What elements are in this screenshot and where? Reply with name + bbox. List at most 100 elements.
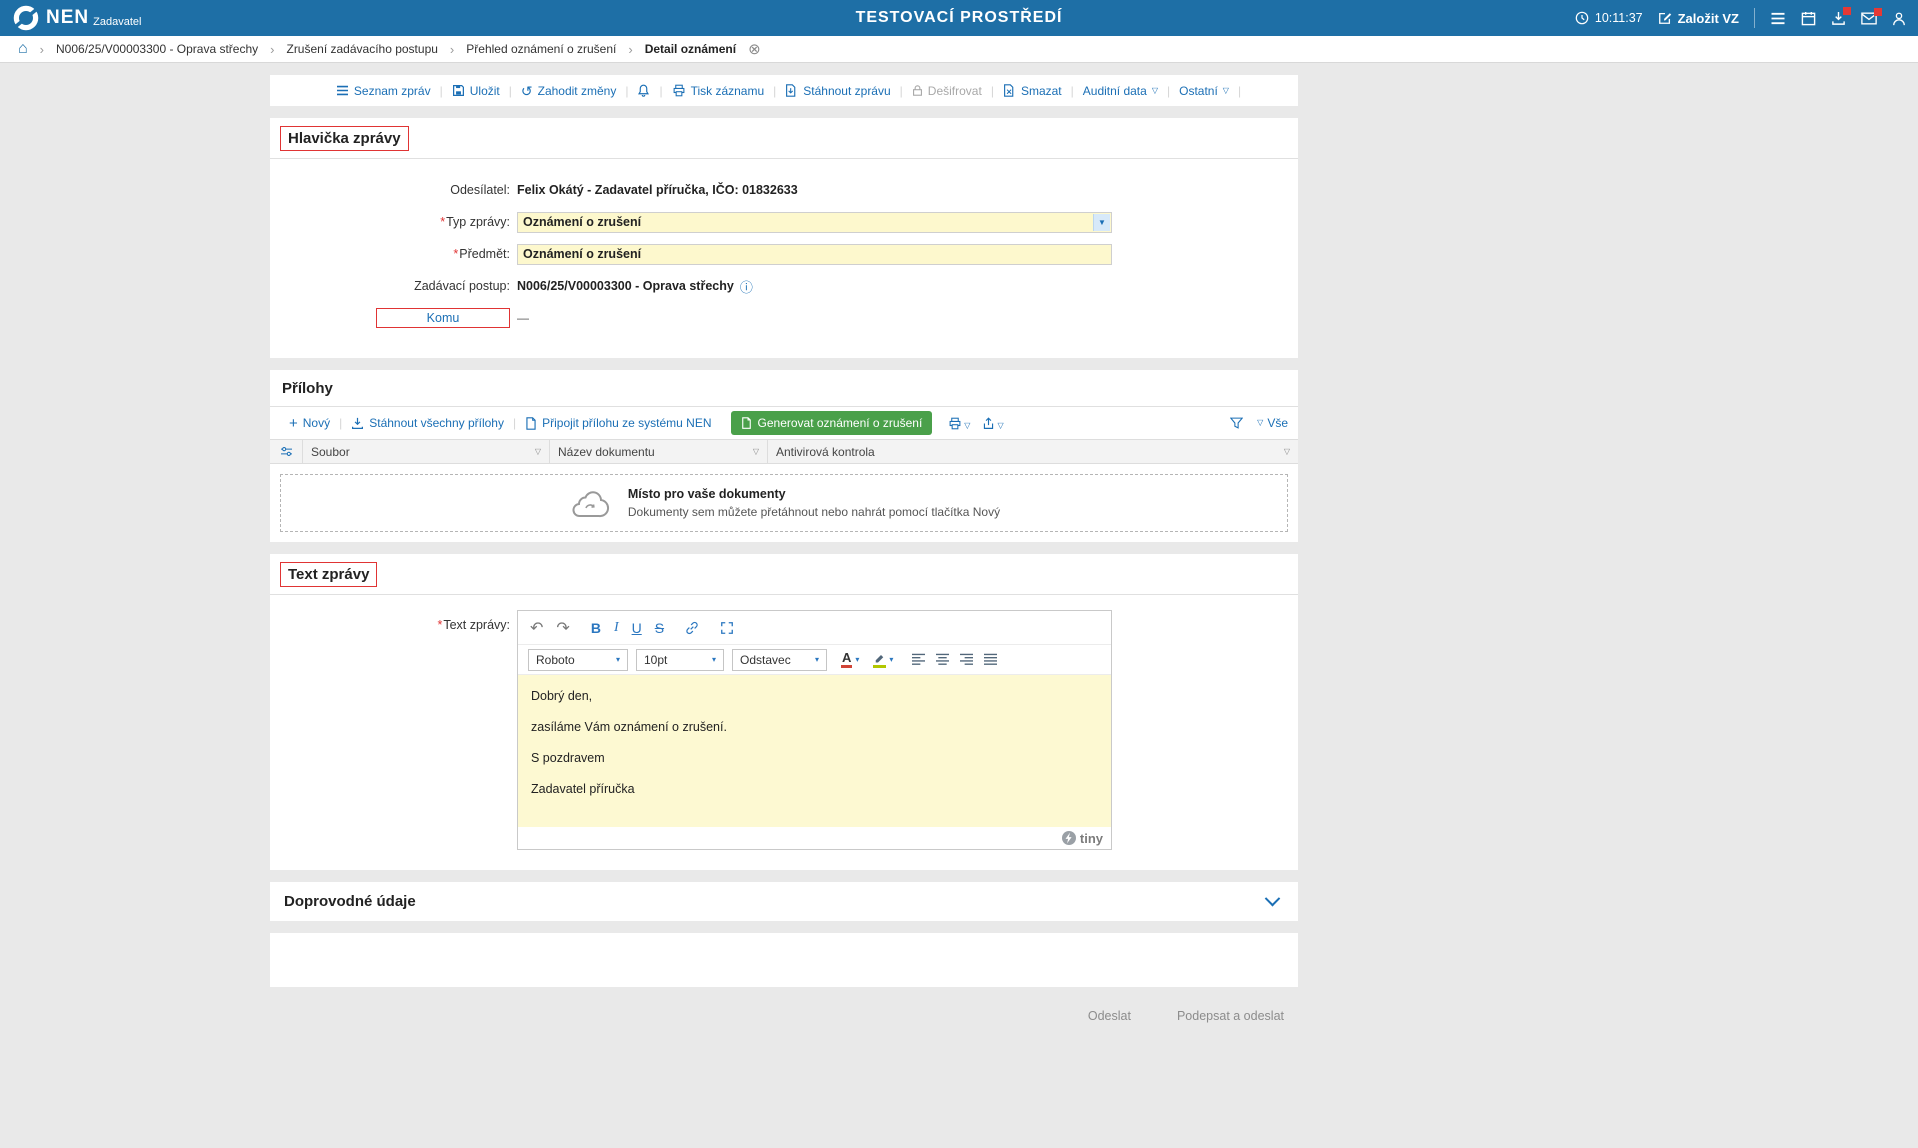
breadcrumb-item-cancellation[interactable]: Zrušení zadávacího postupu <box>286 42 437 56</box>
generate-doc-icon <box>741 417 752 429</box>
editor-content[interactable]: Dobrý den, zasíláme Vám oznámení o zruše… <box>518 675 1111 827</box>
discard-changes-button[interactable]: ↺ Zahodit změny <box>512 84 625 98</box>
redo-icon[interactable]: ↷ <box>556 618 569 638</box>
messages-badge <box>1874 8 1882 16</box>
column-header-document-name[interactable]: Název dokumentu ▽ <box>549 440 767 463</box>
other-actions-button[interactable]: Ostatní ▽ <box>1170 84 1238 98</box>
generate-cancellation-button[interactable]: Generovat oznámení o zrušení <box>731 411 933 435</box>
notifications-bell-button[interactable] <box>628 83 659 98</box>
message-header-title-row: Hlavička zprávy <box>270 118 1298 158</box>
link-icon[interactable] <box>685 621 699 635</box>
nen-logo[interactable]: NEN Zadavatel <box>12 4 141 32</box>
file-dropzone[interactable]: Místo pro vaše dokumenty Dokumenty sem m… <box>280 474 1288 532</box>
align-left-icon[interactable] <box>911 653 926 666</box>
dropzone-title: Místo pro vaše dokumenty <box>628 487 1000 501</box>
attachments-panel: Přílohy + Nový | Stáhnout všechny příloh… <box>270 370 1298 542</box>
export-attachments-button[interactable]: ▽ <box>976 417 1009 430</box>
audit-data-label: Auditní data <box>1083 84 1147 98</box>
align-center-icon[interactable] <box>935 653 950 666</box>
tiny-logo-icon <box>1062 831 1076 845</box>
save-button[interactable]: Uložit <box>443 84 509 98</box>
audit-data-button[interactable]: Auditní data ▽ <box>1074 84 1167 98</box>
topbar: NEN Zadavatel TESTOVACÍ PROSTŘEDÍ 10:11:… <box>0 0 1918 36</box>
dropdown-triangle-icon: ▽ <box>964 422 970 430</box>
breadcrumb: ⌂ › N006/25/V00003300 - Oprava střechy ›… <box>0 36 1918 63</box>
create-vz-button[interactable]: Založit VZ <box>1658 11 1739 26</box>
underline-button[interactable]: U <box>632 620 642 636</box>
block-format-select[interactable]: Odstavec ▾ <box>732 649 827 671</box>
send-button[interactable]: Odeslat <box>1088 1009 1131 1023</box>
download-message-button[interactable]: Stáhnout zprávu <box>776 84 899 98</box>
print-record-button[interactable]: Tisk záznamu <box>663 84 774 98</box>
filter-triangle-icon[interactable]: ▽ <box>753 447 759 456</box>
delete-button[interactable]: Smazat <box>994 84 1071 98</box>
filter-triangle-icon[interactable]: ▽ <box>535 447 541 456</box>
environment-title: TESTOVACÍ PROSTŘEDÍ <box>856 9 1063 27</box>
breadcrumb-item-overview[interactable]: Přehled oznámení o zrušení <box>466 42 616 56</box>
font-family-select[interactable]: Roboto ▾ <box>528 649 628 671</box>
calendar-button[interactable] <box>1801 11 1816 26</box>
column-header-file[interactable]: Soubor ▽ <box>302 440 549 463</box>
home-icon[interactable]: ⌂ <box>18 41 28 57</box>
menu-button[interactable] <box>1770 12 1786 25</box>
recipient-value: — <box>510 311 529 325</box>
message-list-label: Seznam zpráv <box>354 84 431 98</box>
session-clock: 10:11:37 <box>1575 11 1643 25</box>
breadcrumb-item-contract[interactable]: N006/25/V00003300 - Oprava střechy <box>56 42 258 56</box>
collapse-chevron-icon[interactable] <box>1265 891 1281 907</box>
sign-and-send-button[interactable]: Podepsat a odeslat <box>1177 1009 1284 1023</box>
filter-triangle-icon[interactable]: ▽ <box>1284 447 1290 456</box>
download-all-attachments-button[interactable]: Stáhnout všechny přílohy <box>342 416 513 430</box>
highlight-color-button[interactable]: ▾ <box>873 652 893 668</box>
rich-text-editor: ↶ ↷ B I U S Roboto ▾ <box>517 610 1112 850</box>
print-attachments-button[interactable]: ▽ <box>942 417 976 430</box>
italic-button[interactable]: I <box>614 620 619 636</box>
additional-data-title-row: Doprovodné údaje <box>270 882 1298 921</box>
undo-icon[interactable]: ↶ <box>530 618 543 638</box>
fullscreen-icon[interactable] <box>720 621 734 635</box>
align-justify-icon[interactable] <box>983 653 998 666</box>
print-record-label: Tisk záznamu <box>691 84 765 98</box>
dropdown-triangle-icon: ▽ <box>1152 87 1158 95</box>
topbar-right: 10:11:37 Založit VZ <box>1575 8 1906 28</box>
message-list-button[interactable]: Seznam zpráv <box>327 84 440 98</box>
font-size-value: 10pt <box>644 653 667 667</box>
breadcrumb-separator: › <box>450 42 454 57</box>
info-icon[interactable]: ⓘ <box>740 277 753 296</box>
column-settings-button[interactable] <box>270 440 302 463</box>
column-header-antivirus[interactable]: Antivirová kontrola ▽ <box>767 440 1298 463</box>
downloads-button[interactable] <box>1831 11 1846 26</box>
decrypt-label: Dešifrovat <box>928 84 982 98</box>
save-label: Uložit <box>470 84 500 98</box>
filter-icon[interactable] <box>1230 417 1243 429</box>
chevron-down-icon: ▾ <box>616 655 620 664</box>
new-attachment-button[interactable]: + Nový <box>280 416 339 431</box>
logo-text: NEN <box>46 7 89 29</box>
font-family-value: Roboto <box>536 653 575 667</box>
editor-footer: tiny <box>518 827 1111 849</box>
logo-subtitle: Zadavatel <box>93 16 141 29</box>
view-all-filter[interactable]: ▽ Vše <box>1257 416 1288 430</box>
breadcrumb-separator: › <box>628 42 632 57</box>
profile-button[interactable] <box>1892 11 1906 26</box>
close-tab-icon[interactable]: ⊗ <box>748 40 761 58</box>
highlighter-icon <box>873 652 886 668</box>
calendar-icon <box>1801 11 1816 26</box>
font-size-select[interactable]: 10pt ▾ <box>636 649 724 671</box>
lock-icon <box>912 84 923 97</box>
recipient-link[interactable]: Komu <box>376 308 510 328</box>
align-right-icon[interactable] <box>959 653 974 666</box>
message-type-select[interactable]: Oznámení o zrušení ▼ <box>517 212 1112 233</box>
delete-label: Smazat <box>1021 84 1062 98</box>
sender-label: Odesílatel: <box>270 183 510 197</box>
bold-button[interactable]: B <box>591 620 601 636</box>
text-color-button[interactable]: A ▾ <box>841 651 859 668</box>
messages-button[interactable] <box>1861 12 1877 25</box>
download-icon <box>351 417 364 430</box>
strikethrough-button[interactable]: S <box>655 620 664 636</box>
attach-from-nen-button[interactable]: Připojit přílohu ze systému NEN <box>516 416 720 430</box>
subject-input[interactable]: Oznámení o zrušení <box>517 244 1112 265</box>
dropdown-triangle-icon: ▽ <box>997 422 1003 430</box>
chevron-down-icon[interactable]: ▼ <box>1093 214 1110 231</box>
attachments-body: Místo pro vaše dokumenty Dokumenty sem m… <box>270 464 1298 542</box>
